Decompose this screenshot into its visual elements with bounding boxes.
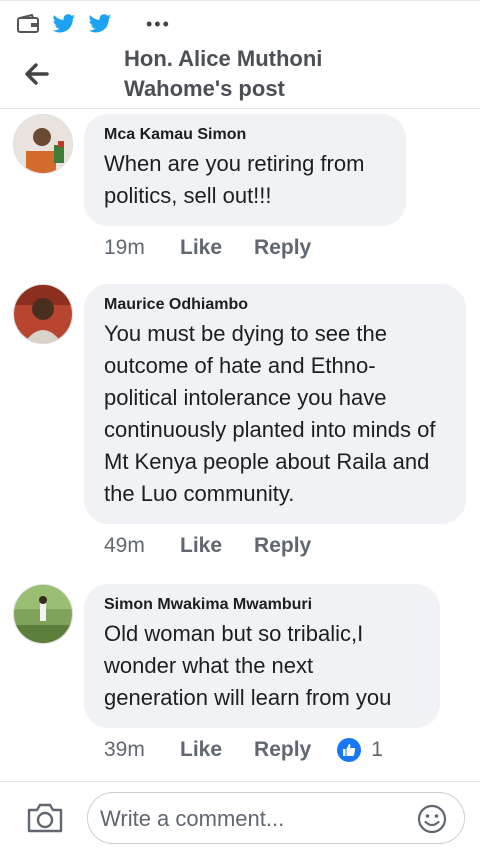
comment-text: Old woman but so tribalic,I wonder what … <box>104 621 392 710</box>
comment-input[interactable] <box>98 793 402 845</box>
twitter-icon <box>52 14 76 39</box>
comment-timestamp: 19m <box>104 236 145 259</box>
like-button[interactable]: Like <box>180 534 222 558</box>
reaction-summary[interactable]: 1 <box>337 738 383 762</box>
reply-button[interactable]: Reply <box>254 236 311 260</box>
emoji-icon[interactable] <box>416 803 448 840</box>
like-button[interactable]: Like <box>180 236 222 260</box>
back-button[interactable] <box>18 58 54 94</box>
comment-text: You must be dying to see the outcome of … <box>104 321 436 506</box>
thumbs-up-icon <box>337 738 362 762</box>
reaction-count: 1 <box>371 738 383 761</box>
comment-bubble[interactable]: Simon Mwakima Mwamburi Old woman but so … <box>84 584 440 728</box>
comment-timestamp: 49m <box>104 534 145 557</box>
comment-author[interactable]: Mca Kamau Simon <box>104 124 386 146</box>
divider <box>0 0 480 1</box>
comment-actions: 49m Like Reply <box>104 534 343 558</box>
more-notifications-icon: ••• <box>146 14 171 34</box>
comment-composer <box>0 781 480 855</box>
comment-bubble[interactable]: Maurice Odhiambo You must be dying to se… <box>84 284 466 524</box>
wallet-icon <box>16 13 40 39</box>
comment-author[interactable]: Maurice Odhiambo <box>104 294 446 316</box>
avatar[interactable] <box>13 284 73 344</box>
reply-button[interactable]: Reply <box>254 534 311 558</box>
comment-timestamp: 39m <box>104 738 145 761</box>
camera-icon[interactable] <box>26 802 64 839</box>
avatar[interactable] <box>13 114 73 174</box>
comment-actions: 39m Like Reply 1 <box>104 738 383 762</box>
like-button[interactable]: Like <box>180 738 222 762</box>
avatar[interactable] <box>13 584 73 644</box>
comment-actions: 19m Like Reply <box>104 236 343 260</box>
comment-author[interactable]: Simon Mwakima Mwamburi <box>104 594 420 616</box>
page-title: Hon. Alice Muthoni Wahome's post <box>124 46 323 101</box>
twitter-icon <box>88 14 112 39</box>
status-bar: ••• <box>0 0 480 48</box>
arrow-left-icon <box>23 62 49 90</box>
post-header: Hon. Alice Muthoni Wahome's post <box>0 46 480 109</box>
reply-button[interactable]: Reply <box>254 738 311 762</box>
comment-input-wrapper[interactable] <box>87 792 465 845</box>
comment-text: When are you retiring from politics, sel… <box>104 151 365 208</box>
comment-bubble[interactable]: Mca Kamau Simon When are you retiring fr… <box>84 114 406 226</box>
